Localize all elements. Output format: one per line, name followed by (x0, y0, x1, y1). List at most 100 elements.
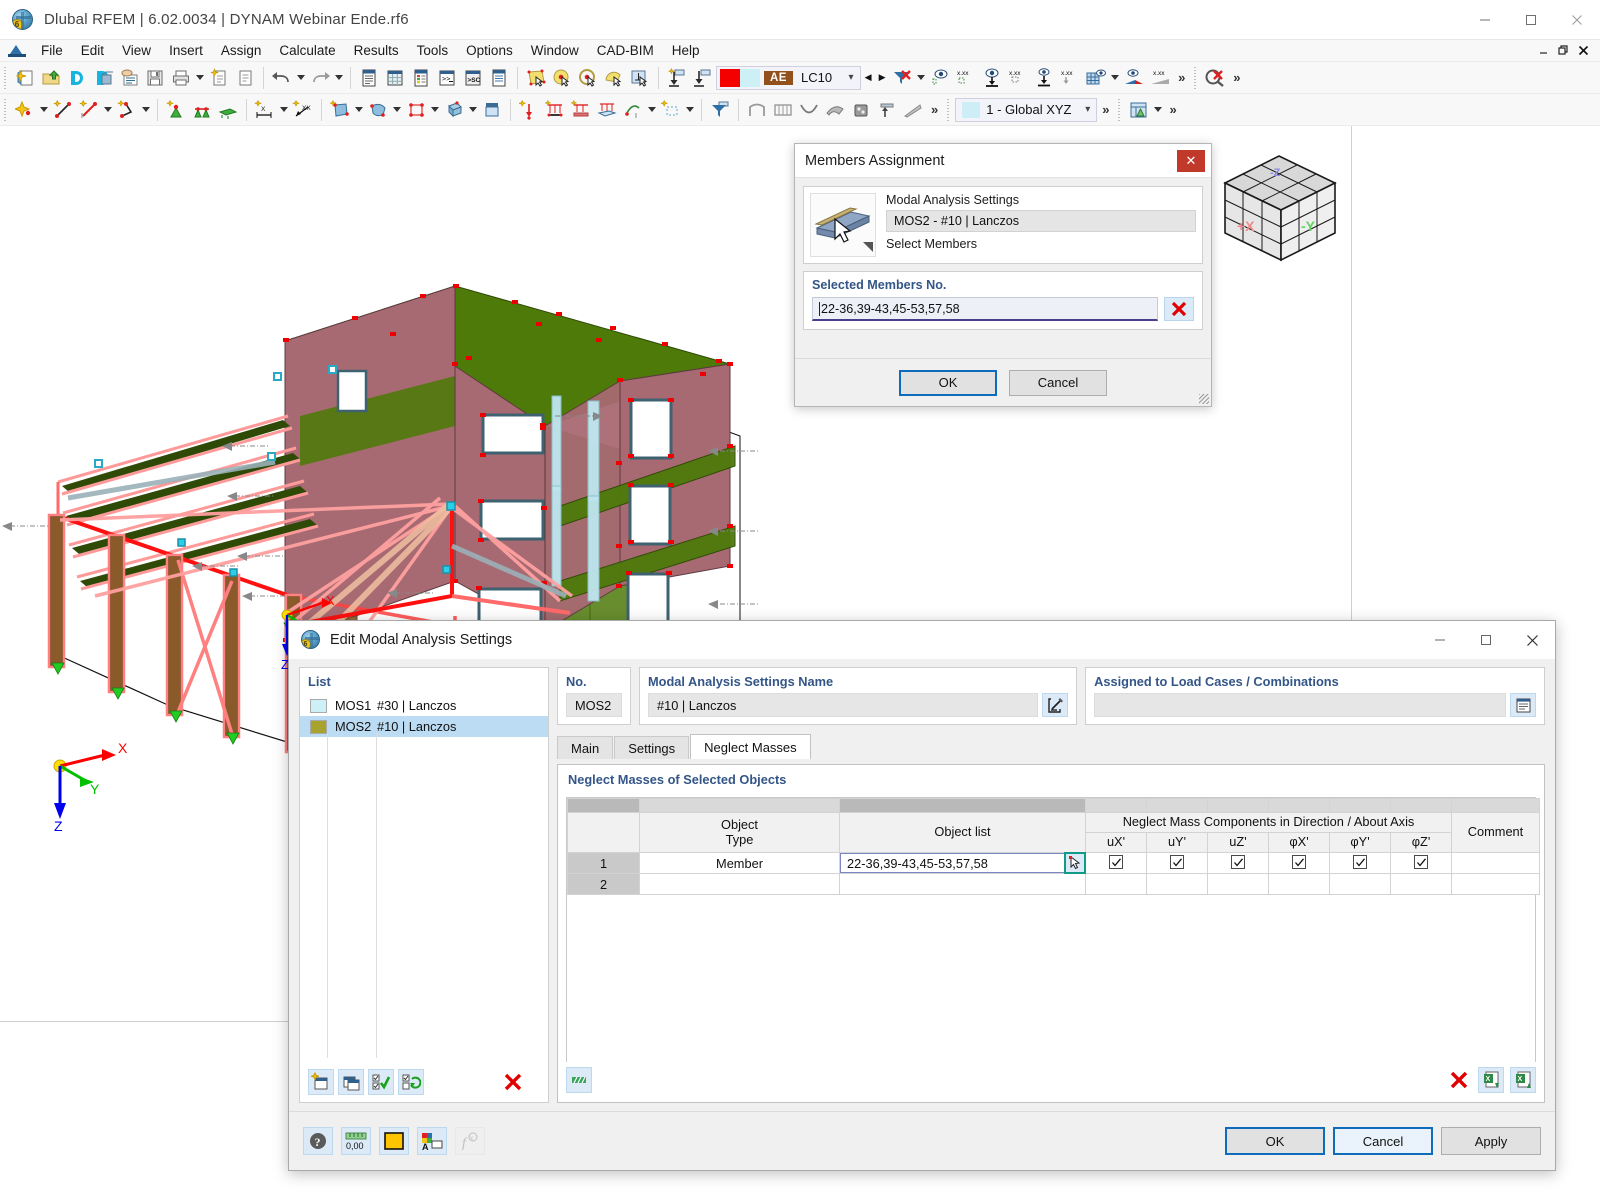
new-polyline-dropdown-caret[interactable] (140, 97, 152, 123)
new-member-dropdown-caret[interactable] (102, 97, 114, 123)
undo-icon[interactable] (269, 65, 295, 91)
new-member-load-icon[interactable] (568, 97, 594, 123)
toolbar-grip[interactable] (946, 98, 953, 121)
show-deform-down-icon[interactable] (1031, 65, 1057, 91)
members-assignment-close-button[interactable]: ✕ (1177, 149, 1205, 172)
select-arc-icon[interactable] (601, 65, 627, 91)
new-line-icon[interactable] (50, 97, 76, 123)
menu-item-tools[interactable]: Tools (408, 41, 458, 60)
menu-item-insert[interactable]: Insert (160, 41, 212, 60)
menu-item-calculate[interactable]: Calculate (270, 41, 344, 60)
project-manager-icon[interactable] (116, 65, 142, 91)
delete-load-dropdown-caret[interactable] (915, 65, 927, 91)
data-panel-icon[interactable] (486, 65, 512, 91)
new-dimension-dropdown-caret[interactable] (278, 97, 290, 123)
select-object-icon[interactable] (549, 65, 575, 91)
toolbar-overflow-button-2[interactable]: » (1228, 70, 1245, 85)
edit-dialog-maximize-button[interactable] (1463, 621, 1509, 659)
values-xxx-2-icon[interactable]: x.xx (1005, 65, 1031, 91)
new-member-icon[interactable]: I (76, 97, 102, 123)
new-nodal-load-icon[interactable] (516, 97, 542, 123)
tab-neglect-masses[interactable]: Neglect Masses (690, 734, 811, 759)
menu-item-assign[interactable]: Assign (212, 41, 271, 60)
menu-item-options[interactable]: Options (457, 41, 522, 60)
cell-uy[interactable] (1146, 873, 1208, 895)
edit-dialog-cancel-button[interactable]: Cancel (1333, 1127, 1433, 1155)
show-grid-icon[interactable] (1083, 65, 1109, 91)
cell-phiy[interactable] (1329, 852, 1391, 874)
cell-phiz[interactable] (1390, 873, 1452, 895)
solid-wizard-icon[interactable] (848, 97, 874, 123)
values-xxx-icon[interactable]: x.xx (953, 65, 979, 91)
new-surface-dropdown-caret[interactable] (353, 97, 365, 123)
cell-ux[interactable] (1085, 873, 1147, 895)
new-model-icon[interactable] (12, 65, 38, 91)
toolbar-overflow-button[interactable]: » (1173, 70, 1190, 85)
load-case-prev-button[interactable]: ◀ (861, 72, 875, 83)
filter-icon[interactable] (707, 97, 733, 123)
mdi-close-button[interactable] (1574, 42, 1592, 60)
save-icon[interactable] (142, 65, 168, 91)
console-icon[interactable]: >> (434, 65, 460, 91)
render-style-toolbar-icon[interactable] (1126, 97, 1152, 123)
coordinate-system-combo[interactable]: 1 - Global XYZ ▾ (955, 97, 1098, 122)
truss-wizard-icon[interactable] (770, 97, 796, 123)
new-imperfection-icon[interactable] (658, 97, 684, 123)
pick-members-icon[interactable] (1064, 852, 1086, 874)
cell-object-type[interactable]: Member (639, 852, 840, 874)
cable-wizard-icon[interactable] (796, 97, 822, 123)
menu-item-cad-bim[interactable]: CAD-BIM (588, 41, 663, 60)
load-case-combo[interactable]: AE LC10 ▾ (716, 65, 862, 90)
shell-wizard-icon[interactable] (822, 97, 848, 123)
new-xx-dimension-icon[interactable]: XX (290, 97, 316, 123)
cell-phiz[interactable] (1390, 852, 1452, 874)
cell-uz[interactable] (1207, 852, 1269, 874)
model-info-icon[interactable] (90, 65, 116, 91)
delete-load-icon[interactable] (889, 65, 915, 91)
formula-icon[interactable]: fx (455, 1127, 485, 1155)
taper-icon[interactable] (900, 97, 926, 123)
new-solid-dropdown-caret[interactable] (467, 97, 479, 123)
table-row[interactable]: 1 Member 22-36,39-43,45-53,57,58 (567, 852, 1540, 874)
toolbar-overflow-button-3[interactable]: » (926, 102, 943, 117)
frame-wizard-icon[interactable] (744, 97, 770, 123)
new-node-icon[interactable] (12, 97, 38, 123)
select-dimension-icon[interactable] (627, 65, 653, 91)
toolbar-grip[interactable] (3, 98, 9, 121)
cell-comment[interactable] (1451, 852, 1540, 874)
checkbox-uz[interactable] (1231, 855, 1245, 870)
show-result-diagram-icon[interactable] (1121, 65, 1147, 91)
render-style-dropdown-caret[interactable] (1152, 97, 1164, 123)
toolbar-overflow-button-5[interactable]: » (1164, 102, 1181, 117)
tables-icon[interactable] (382, 65, 408, 91)
toolbar-grip[interactable] (3, 66, 9, 89)
toggle-check-icon[interactable] (398, 1069, 424, 1095)
list-item[interactable]: MOS2 #10 | Lanczos (300, 716, 548, 737)
color-table-icon[interactable] (408, 65, 434, 91)
checkbox-ux[interactable] (1109, 855, 1123, 870)
list-item[interactable]: MOS1 #30 | Lanczos (300, 695, 548, 716)
units-icon[interactable]: 0,00 (341, 1127, 371, 1155)
edit-dialog-apply-button[interactable]: Apply (1441, 1127, 1541, 1155)
menu-item-view[interactable]: View (113, 41, 160, 60)
new-opening-icon[interactable] (403, 97, 429, 123)
new-imperfection-dropdown-caret[interactable] (684, 97, 696, 123)
script-icon[interactable]: >SC (460, 65, 486, 91)
resize-grip[interactable] (1199, 394, 1209, 404)
new-solid-icon[interactable] (441, 97, 467, 123)
print-dropdown-caret[interactable] (194, 65, 206, 91)
select-surface-icon[interactable] (523, 65, 549, 91)
new-opening-dropdown-caret[interactable] (429, 97, 441, 123)
window-minimize-button[interactable] (1462, 0, 1508, 40)
cell-ux[interactable] (1085, 852, 1147, 874)
checkbox-phiz[interactable] (1414, 855, 1428, 870)
menu-item-results[interactable]: Results (345, 41, 408, 60)
extrude-icon[interactable] (874, 97, 900, 123)
new-building-story-icon[interactable] (479, 97, 505, 123)
result-gradient-icon[interactable]: x.xx (1147, 65, 1173, 91)
redo-dropdown-caret[interactable] (333, 65, 345, 91)
toolbar-grip[interactable] (1117, 98, 1124, 121)
new-free-load-icon[interactable]: I (620, 97, 646, 123)
new-surface-icon[interactable] (327, 97, 353, 123)
checkbox-uy[interactable] (1170, 855, 1184, 870)
